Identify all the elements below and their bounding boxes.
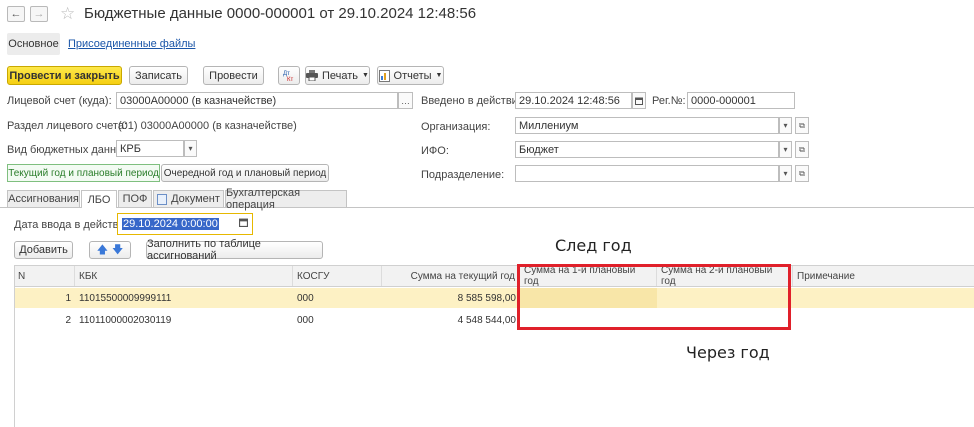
section-label: Раздел лицевого счета: — [7, 120, 128, 132]
regno-field[interactable]: 0000-000001 — [687, 92, 795, 109]
chevron-down-icon: ▼ — [362, 72, 369, 79]
cell-sum-current: 4 548 544,00 — [457, 314, 516, 326]
fill-from-allocations-button[interactable]: Заполнить по таблице ассигнований — [146, 238, 323, 262]
cell-sum-current: 8 585 598,00 — [457, 292, 516, 304]
page-title: Бюджетные данные 0000-000001 от 29.10.20… — [84, 5, 477, 22]
arrow-down-icon[interactable]: 🡇 — [112, 241, 123, 260]
column-header-sum-current[interactable]: Сумма на текущий год — [382, 266, 520, 286]
favorite-star-icon[interactable]: ☆ — [60, 4, 75, 24]
annotation-year-after: Через год — [686, 343, 770, 362]
chevron-down-icon[interactable]: ▾ — [779, 165, 792, 182]
table-left-border — [14, 265, 15, 427]
dt-kt-icon[interactable]: Дт Кт — [278, 66, 300, 85]
account-label: Лицевой счет (куда): — [7, 95, 112, 107]
calendar-icon[interactable] — [632, 92, 646, 109]
ifo-label: ИФО: — [421, 145, 449, 157]
column-header-note[interactable]: Примечание — [793, 266, 974, 286]
cell-kosgu: 000 — [297, 292, 314, 304]
column-header-kbk[interactable]: КБК — [75, 266, 293, 286]
move-buttons[interactable]: 🡅 🡇 — [89, 241, 131, 259]
column-header-kosgu[interactable]: КОСГУ — [293, 266, 382, 286]
tab-accounting-operation[interactable]: Бухгалтерская операция — [225, 187, 347, 211]
save-button[interactable]: Записать — [129, 66, 188, 85]
lbo-date-label: Дата ввода в действие: — [14, 219, 134, 231]
reports-button[interactable]: Отчеты ▼ — [377, 66, 444, 85]
debit-credit-icon: Дт Кт — [283, 71, 293, 82]
ifo-field[interactable]: Бюджет — [515, 141, 779, 158]
document-icon — [157, 193, 168, 205]
open-icon[interactable]: ⧉ — [795, 165, 809, 182]
table-header: N КБК КОСГУ Сумма на текущий год Сумма н… — [14, 265, 974, 287]
cell-kosgu: 000 — [297, 314, 314, 326]
printer-icon — [306, 70, 318, 81]
print-button[interactable]: Печать ▼ — [305, 66, 370, 85]
svg-text:Кт: Кт — [287, 77, 293, 82]
next-period-button[interactable]: Очередной год и плановый период — [161, 164, 329, 182]
current-period-button[interactable]: Текущий год и плановый период — [7, 164, 160, 182]
table-row[interactable]: 2 11011000002030119 000 4 548 544,00 — [14, 310, 974, 330]
tab-main[interactable]: Основное — [7, 33, 60, 55]
department-label: Подразделение: — [421, 169, 505, 181]
cell-n: 2 — [65, 314, 71, 326]
tab-attached-files[interactable]: Присоединенные файлы — [68, 38, 195, 50]
calendar-icon[interactable] — [239, 218, 248, 230]
tab-allocations[interactable]: Ассигнования — [7, 190, 80, 207]
chevron-down-icon[interactable]: ▾ — [779, 141, 792, 158]
budget-type-field[interactable]: КРБ — [116, 140, 184, 157]
highlight-box — [517, 264, 791, 330]
cell-note[interactable] — [793, 288, 974, 308]
budget-type-label: Вид бюджетных данных: — [7, 144, 133, 156]
post-button[interactable]: Провести — [203, 66, 264, 85]
open-icon[interactable]: ⧉ — [795, 117, 809, 134]
open-icon[interactable]: ⧉ — [795, 141, 809, 158]
section-value: (01) 03000А00000 (в казначействе) — [118, 120, 297, 132]
annotation-next-year: След год — [555, 236, 632, 255]
chevron-down-icon[interactable]: ▾ — [779, 117, 792, 134]
tab-pof[interactable]: ПОФ — [118, 190, 152, 207]
select-ellipsis-button[interactable]: … — [398, 92, 413, 109]
cell-kbk: 11011000002030119 — [79, 314, 172, 326]
effective-date-label: Введено в действие: — [421, 95, 527, 107]
add-button[interactable]: Добавить — [14, 241, 73, 259]
regno-label: Рег.№: — [652, 95, 686, 107]
cell-n: 1 — [65, 292, 71, 304]
post-and-close-button[interactable]: Провести и закрыть — [7, 66, 122, 85]
organization-label: Организация: — [421, 121, 491, 133]
tab-document[interactable]: Документ — [153, 190, 224, 207]
tab-lbo[interactable]: ЛБО — [81, 190, 117, 208]
cell-note[interactable] — [793, 310, 974, 330]
organization-field[interactable]: Миллениум — [515, 117, 779, 134]
effective-date-field[interactable]: 29.10.2024 12:48:56 — [515, 92, 632, 109]
back-button[interactable]: ← — [7, 6, 25, 22]
department-field[interactable] — [515, 165, 779, 182]
column-header-n[interactable]: N — [14, 266, 75, 286]
chevron-down-icon[interactable]: ▾ — [184, 140, 197, 157]
table-row[interactable]: 1 11015500009999111 000 8 585 598,00 — [14, 288, 974, 308]
lbo-date-field[interactable]: 29.10.2024 0:00:00 — [117, 213, 253, 235]
chevron-down-icon: ▼ — [435, 72, 443, 79]
account-field[interactable]: 03000А00000 (в казначействе) — [116, 92, 398, 109]
tab-divider — [0, 207, 974, 208]
arrow-up-icon[interactable]: 🡅 — [97, 241, 108, 260]
forward-button[interactable]: → — [30, 6, 48, 22]
report-icon — [378, 69, 390, 82]
cell-kbk: 11015500009999111 — [79, 292, 172, 304]
